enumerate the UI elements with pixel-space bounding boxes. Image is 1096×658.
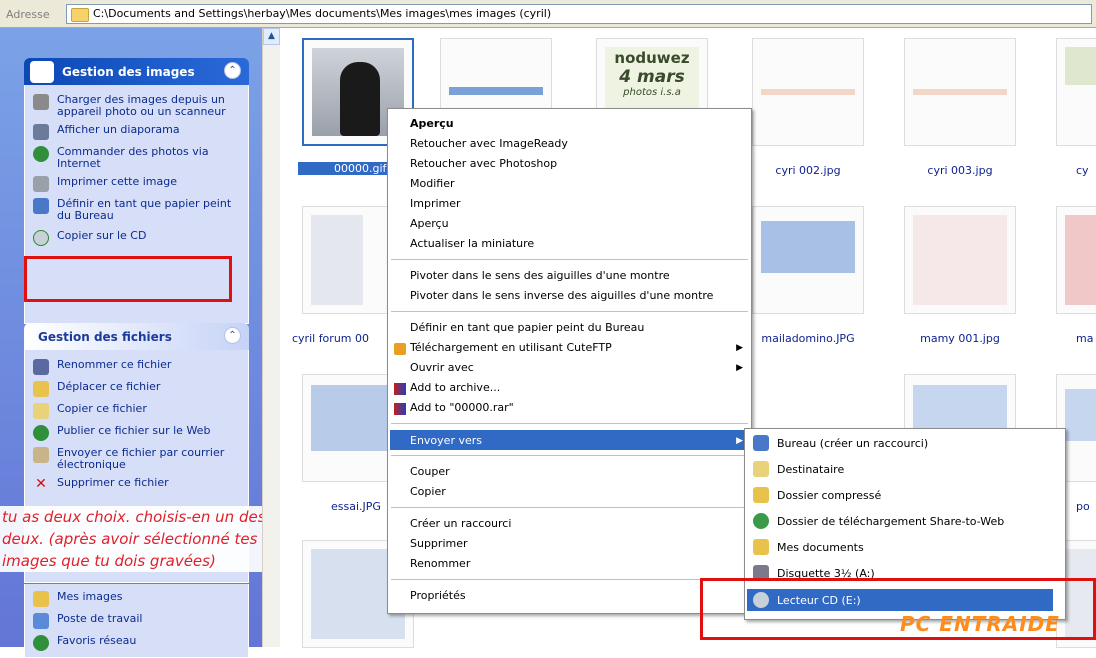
menu-item-add-archive[interactable]: Add to archive...: [410, 381, 500, 394]
send-to-zip[interactable]: Dossier compressé: [753, 485, 881, 505]
task-email[interactable]: Envoyer ce fichier par courrier électron…: [33, 447, 242, 471]
file-tasks-title: Gestion des fichiers: [38, 330, 172, 344]
rename-icon: [33, 359, 49, 375]
context-menu: Aperçu Retoucher avec ImageReady Retouch…: [387, 108, 752, 614]
my-pictures-icon: [33, 591, 49, 607]
menu-item-modifier[interactable]: Modifier: [410, 177, 454, 190]
delete-icon: ✕: [35, 476, 47, 492]
address-bar: Adresse C:\Documents and Settings\herbay…: [0, 0, 1096, 28]
cd-copy-icon: [33, 230, 49, 246]
thumbnail[interactable]: [752, 38, 864, 146]
mail-recipient-icon: [753, 461, 769, 477]
thumbnail[interactable]: [904, 38, 1016, 146]
menu-item-delete[interactable]: Supprimer: [410, 537, 468, 550]
camera-icon: [33, 94, 49, 110]
network-icon: [33, 635, 49, 651]
thumbnail-caption: mailadomino.JPG: [761, 332, 855, 345]
menu-item-apercu[interactable]: Aperçu: [410, 117, 454, 130]
my-computer-icon: [33, 613, 49, 629]
task-load-images[interactable]: Charger des images depuis un appareil ph…: [33, 94, 242, 118]
thumbnail-caption: mamy 001.jpg: [920, 332, 1000, 345]
address-path: C:\Documents and Settings\herbay\Mes doc…: [93, 7, 552, 20]
watermark-logo: PC ENTRAIDE: [900, 612, 1060, 636]
task-print-image[interactable]: Imprimer cette image: [33, 176, 242, 192]
address-input[interactable]: C:\Documents and Settings\herbay\Mes doc…: [66, 4, 1092, 24]
menu-item-rename[interactable]: Renommer: [410, 557, 470, 570]
menu-item-open-with[interactable]: Ouvrir avec: [410, 361, 474, 374]
menu-item-rotate-cw[interactable]: Pivoter dans le sens des aiguilles d'une…: [410, 269, 670, 282]
thumbnail-caption: cy: [1076, 164, 1089, 177]
web-publish-icon: [33, 425, 49, 441]
menu-item-wallpaper[interactable]: Définir en tant que papier peint du Bure…: [410, 321, 644, 334]
highlight-copy-to-cd: [24, 256, 232, 302]
send-to-recipient[interactable]: Destinataire: [753, 459, 844, 479]
address-label: Adresse: [6, 8, 50, 21]
task-order-prints[interactable]: Commander des photos via Internet: [33, 146, 242, 170]
share-web-icon: [753, 513, 769, 529]
collapse-chevron-icon[interactable]: ⌃: [224, 62, 241, 79]
winrar-icon: [394, 383, 406, 395]
menu-item-photoshop[interactable]: Retoucher avec Photoshop: [410, 157, 557, 170]
collapse-chevron-icon[interactable]: ⌃: [224, 327, 241, 344]
menu-item-cuteftp[interactable]: Téléchargement en utilisant CuteFTP: [410, 341, 612, 354]
thumbnail-caption: po: [1076, 500, 1090, 513]
menu-item-add-rar[interactable]: Add to "00000.rar": [410, 401, 514, 414]
menu-item-imprimer[interactable]: Imprimer: [410, 197, 461, 210]
task-publish-web[interactable]: Publier ce fichier sur le Web: [33, 425, 242, 441]
send-to-my-documents[interactable]: Mes documents: [753, 537, 864, 557]
thumbnail-caption: cyri 002.jpg: [775, 164, 841, 177]
folder-icon: [71, 8, 89, 22]
email-icon: [33, 447, 49, 463]
menu-item-copy[interactable]: Copier: [410, 485, 446, 498]
desktop-icon: [753, 435, 769, 451]
winrar-icon: [394, 403, 406, 415]
send-to-share-web[interactable]: Dossier de téléchargement Share-to-Web: [753, 511, 1004, 531]
menu-item-apercu-2[interactable]: Aperçu: [410, 217, 449, 230]
menu-item-send-to[interactable]: Envoyer vers: [410, 434, 482, 447]
pictures-icon: [30, 61, 54, 83]
image-tasks-title: Gestion des images: [62, 65, 195, 79]
place-my-pictures[interactable]: Mes images: [33, 591, 242, 607]
task-delete[interactable]: ✕ Supprimer ce fichier: [33, 477, 242, 493]
submenu-arrow-icon: ▶: [736, 363, 743, 373]
vertical-scrollbar[interactable]: ▲: [262, 28, 280, 647]
thumbnail[interactable]: [1056, 206, 1096, 314]
task-set-wallpaper[interactable]: Définir en tant que papier peint du Bure…: [33, 198, 242, 222]
thumbnail[interactable]: [904, 206, 1016, 314]
file-tasks-header[interactable]: Gestion des fichiers ⌃: [24, 323, 249, 350]
thumbnail[interactable]: [752, 206, 864, 314]
task-move[interactable]: Déplacer ce fichier: [33, 381, 242, 397]
place-network[interactable]: Favoris réseau: [33, 635, 242, 651]
thumbnail-caption: ma: [1076, 332, 1094, 345]
slideshow-icon: [33, 124, 49, 140]
menu-item-shortcut[interactable]: Créer un raccourci: [410, 517, 511, 530]
send-to-desktop[interactable]: Bureau (créer un raccourci): [753, 433, 928, 453]
menu-item-properties[interactable]: Propriétés: [410, 589, 466, 602]
thumbnail-caption: cyril forum 00: [292, 332, 369, 345]
cuteftp-icon: [394, 343, 406, 355]
thumbnail[interactable]: [1056, 38, 1096, 146]
place-my-computer[interactable]: Poste de travail: [33, 613, 242, 629]
menu-item-actualiser[interactable]: Actualiser la miniature: [410, 237, 534, 250]
submenu-arrow-icon: ▶: [736, 343, 743, 353]
task-copy[interactable]: Copier ce fichier: [33, 403, 242, 419]
submenu-arrow-icon: ▶: [736, 436, 743, 446]
wallpaper-icon: [33, 198, 49, 214]
move-icon: [33, 381, 49, 397]
image-tasks-header[interactable]: Gestion des images ⌃: [24, 58, 249, 85]
task-copy-to-cd[interactable]: Copier sur le CD: [33, 230, 242, 246]
menu-item-cut[interactable]: Couper: [410, 465, 450, 478]
copy-icon: [33, 403, 49, 419]
my-documents-icon: [753, 539, 769, 555]
zip-folder-icon: [753, 487, 769, 503]
printer-icon: [33, 176, 49, 192]
thumbnail-caption: cyri 003.jpg: [927, 164, 993, 177]
task-slideshow[interactable]: Afficher un diaporama: [33, 124, 242, 140]
menu-item-imageready[interactable]: Retoucher avec ImageReady: [410, 137, 568, 150]
menu-item-rotate-ccw[interactable]: Pivoter dans le sens inverse des aiguill…: [410, 289, 713, 302]
task-rename[interactable]: Renommer ce fichier: [33, 359, 242, 375]
scroll-up-icon[interactable]: ▲: [263, 28, 280, 45]
globe-icon: [33, 146, 49, 162]
